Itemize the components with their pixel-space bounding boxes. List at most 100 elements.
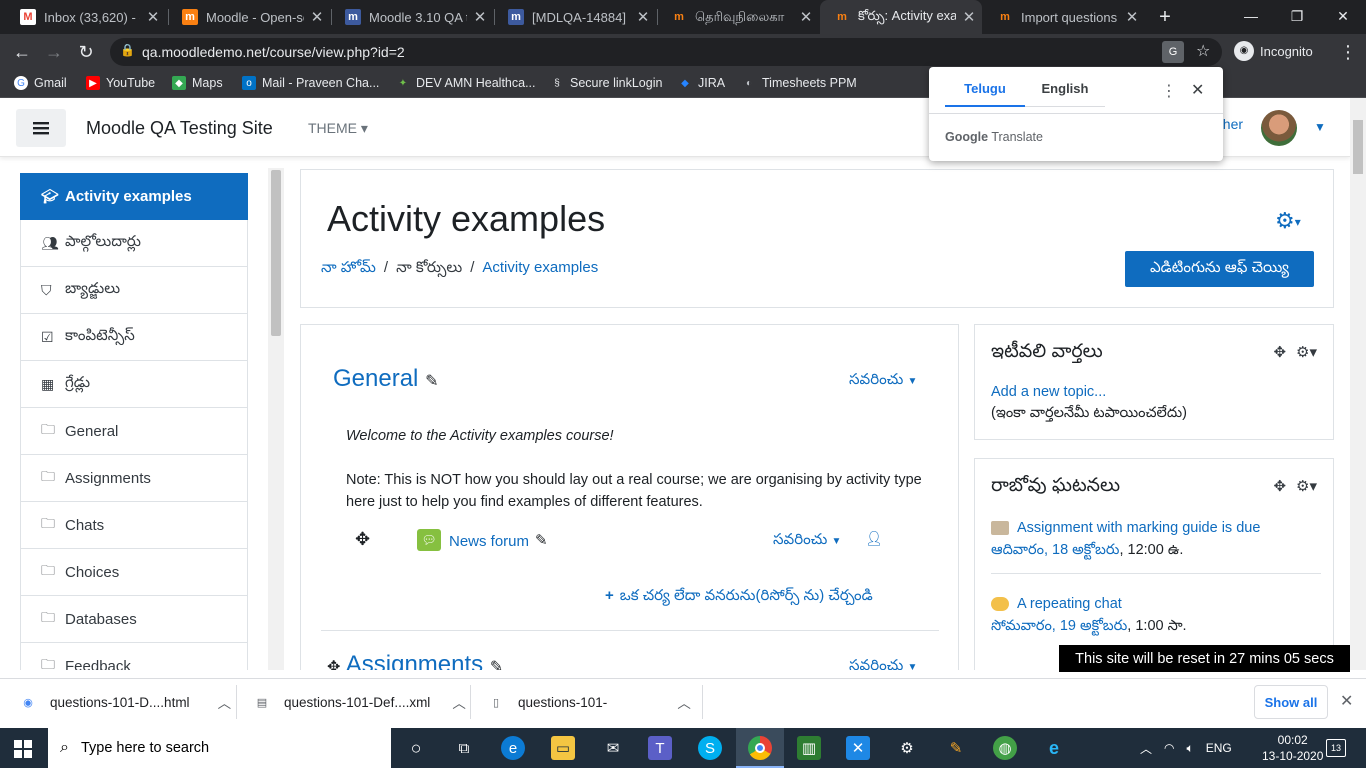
minimize-icon[interactable]: —	[1228, 0, 1274, 34]
breadcrumb-course[interactable]: Activity examples	[482, 259, 598, 280]
translate-source-tab[interactable]: Telugu	[945, 81, 1025, 107]
bookmark-dev-amn[interactable]: ✦ DEV AMN Healthca...	[396, 76, 536, 90]
bookmark-jira[interactable]: ◆ JIRA	[678, 76, 725, 90]
forward-icon[interactable]: →	[40, 38, 68, 66]
volume-icon[interactable]: 🔈︎	[1187, 741, 1194, 756]
event-link[interactable]: Assignment with marking guide is due	[1017, 520, 1260, 536]
breadcrumb-home[interactable]: నా హోమ్	[321, 259, 376, 280]
tab-tamil[interactable]: m தெரிவுநிலைகா ✕	[657, 0, 819, 34]
download-item[interactable]: ▤ questions-101-Def....xml ︿	[254, 679, 466, 725]
internet-explorer-icon[interactable]: e	[1042, 736, 1066, 760]
language-indicator[interactable]: ENG	[1206, 741, 1232, 755]
drawer-item-grades[interactable]: ▦ గ్రేడ్లు	[20, 361, 248, 408]
translate-icon[interactable]: G	[1162, 41, 1184, 63]
address-bar[interactable]: 🔒 qa.moodledemo.net/course/view.php?id=2…	[110, 38, 1222, 66]
window-close-icon[interactable]: ✕	[1320, 0, 1366, 34]
teams-icon[interactable]: T	[648, 736, 672, 760]
globe-app-icon[interactable]: ◍	[993, 736, 1017, 760]
close-tab-icon[interactable]: ✕	[467, 8, 493, 26]
close-tab-icon[interactable]: ✕	[304, 8, 330, 26]
move-icon[interactable]: ✥	[1273, 477, 1286, 495]
section-assignments[interactable]: ✥ Assignments ✎	[327, 651, 503, 670]
bookmark-mail[interactable]: o Mail - Praveen Cha...	[242, 76, 379, 90]
drawer-item-chats[interactable]: 🗀︎ Chats	[20, 502, 248, 549]
clock[interactable]: 00:02 13-10-2020	[1262, 732, 1323, 764]
settings-gear-icon[interactable]: ⚙	[895, 736, 919, 760]
add-topic-link[interactable]: Add a new topic...	[991, 384, 1106, 400]
user-menu-caret-icon[interactable]: ▼	[1314, 120, 1326, 134]
section-edit-menu[interactable]: సవరించు ▼	[849, 371, 917, 392]
move-icon[interactable]: ✥	[327, 659, 340, 670]
theme-menu[interactable]: THEME ▾	[308, 120, 368, 137]
more-vert-icon[interactable]: ⋮	[1161, 81, 1177, 101]
drawer-scrollbar-thumb[interactable]	[271, 170, 281, 336]
drawer-item-participants[interactable]: 👥︎ పాల్గోలుదార్లు	[20, 220, 248, 267]
download-item[interactable]: ▯ questions-101- ︿	[488, 679, 691, 725]
tab-gmail[interactable]: M Inbox (33,620) - ch ✕	[6, 0, 166, 34]
pencil-icon[interactable]: ✎	[490, 659, 503, 670]
project-icon[interactable]: ▥	[797, 736, 821, 760]
task-view-icon[interactable]: ⧉	[452, 736, 476, 760]
new-tab-icon[interactable]: +	[1154, 5, 1176, 29]
bookmark-maps[interactable]: ◆ Maps	[172, 76, 223, 90]
drawer-item-badges[interactable]: ⛉ బ్యాడ్జులు	[20, 267, 248, 314]
close-tab-icon[interactable]: ✕	[956, 8, 982, 26]
turn-editing-off-button[interactable]: ఎడిటింగును ఆఫ్ చెయ్యి	[1125, 251, 1314, 287]
bookmark-timesheets[interactable]: ◐ Timesheets PPM	[742, 76, 857, 90]
browser-menu-icon[interactable]: ⋮	[1334, 38, 1362, 66]
tab-moodle-qa[interactable]: m Moodle 3.10 QA te ✕	[331, 0, 493, 34]
bookmark-gmail[interactable]: G Gmail	[14, 76, 67, 90]
drawer-item-general[interactable]: 🗀︎ General	[20, 408, 248, 455]
gear-icon[interactable]: ⚙▾	[1296, 343, 1317, 361]
tab-import-questions[interactable]: m Import questions f ✕	[983, 0, 1145, 34]
event-date-link[interactable]: సోమవారం, 19 అక్టోబరు	[991, 618, 1127, 634]
add-activity-link[interactable]: + ఒక చర్య లేదా వనరును(రిసోర్స్ ను) చేర్చం…	[605, 587, 873, 608]
chevron-up-icon[interactable]: ︿	[1140, 740, 1152, 757]
page-scrollbar-thumb[interactable]	[1353, 120, 1363, 174]
bookmark-secure-link[interactable]: § Secure linkLogin	[550, 76, 662, 90]
drawer-item-databases[interactable]: 🗀︎ Databases	[20, 596, 248, 643]
back-icon[interactable]: ←	[8, 38, 36, 66]
drawer-toggle-button[interactable]	[16, 109, 66, 147]
download-item[interactable]: ◉ questions-101-D....html ︿	[20, 679, 231, 725]
close-tab-icon[interactable]: ✕	[140, 8, 166, 26]
mail-icon[interactable]: ✉	[601, 736, 625, 760]
bookmark-youtube[interactable]: ▶ YouTube	[86, 76, 155, 90]
paint-icon[interactable]: ✎	[944, 736, 968, 760]
section-general[interactable]: General ✎	[333, 365, 438, 393]
drawer-item-course-home[interactable]: 🎓︎ Activity examples	[20, 173, 248, 220]
tab-mdlqa[interactable]: m [MDLQA-14884] C ✕	[494, 0, 656, 34]
gear-icon[interactable]: ⚙▾	[1296, 477, 1317, 495]
course-settings-gear-icon[interactable]: ⚙▾	[1275, 208, 1301, 234]
event-date-link[interactable]: ఆదివారం, 18 అక్టోబరు	[991, 542, 1119, 558]
site-name[interactable]: Moodle QA Testing Site	[86, 118, 273, 139]
drawer-item-competencies[interactable]: ☑ కాంపిటెన్సీస్	[20, 314, 248, 361]
avatar[interactable]	[1261, 110, 1297, 146]
user-icon[interactable]: 👤︎	[865, 530, 883, 547]
excel-tool-icon[interactable]: ✕	[846, 736, 870, 760]
edge-icon[interactable]: e	[501, 736, 525, 760]
close-tab-icon[interactable]: ✕	[793, 8, 819, 26]
url-text[interactable]: qa.moodledemo.net/course/view.php?id=2	[142, 44, 405, 60]
close-icon[interactable]: ✕	[1191, 80, 1204, 100]
wifi-icon[interactable]: ◠	[1164, 741, 1174, 755]
drawer-item-assignments[interactable]: 🗀︎ Assignments	[20, 455, 248, 502]
tab-active-course[interactable]: m కోర్సు: Activity exa ✕	[820, 0, 982, 34]
drawer-item-feedback[interactable]: 🗀︎ Feedback	[20, 643, 248, 670]
show-all-button[interactable]: Show all	[1254, 685, 1328, 719]
pencil-icon[interactable]: ✎	[425, 373, 438, 390]
cortana-icon[interactable]: ○	[404, 736, 428, 760]
close-tab-icon[interactable]: ✕	[1119, 8, 1145, 26]
chrome-icon[interactable]	[748, 736, 772, 760]
file-explorer-icon[interactable]: ▭	[551, 736, 575, 760]
move-icon[interactable]: ✥	[1273, 343, 1286, 361]
tab-moodle[interactable]: m Moodle - Open-so ✕	[168, 0, 330, 34]
notifications-icon[interactable]: 13	[1326, 739, 1346, 757]
close-tab-icon[interactable]: ✕	[630, 8, 656, 26]
bookmark-star-icon[interactable]: ☆	[1196, 41, 1210, 61]
pencil-icon[interactable]: ✎	[535, 531, 548, 549]
chevron-up-icon[interactable]: ︿	[452, 692, 466, 712]
page-scrollbar[interactable]	[1350, 98, 1366, 670]
event-link[interactable]: A repeating chat	[1017, 596, 1122, 612]
breadcrumb-my-courses[interactable]: నా కోర్సులు	[396, 259, 462, 280]
